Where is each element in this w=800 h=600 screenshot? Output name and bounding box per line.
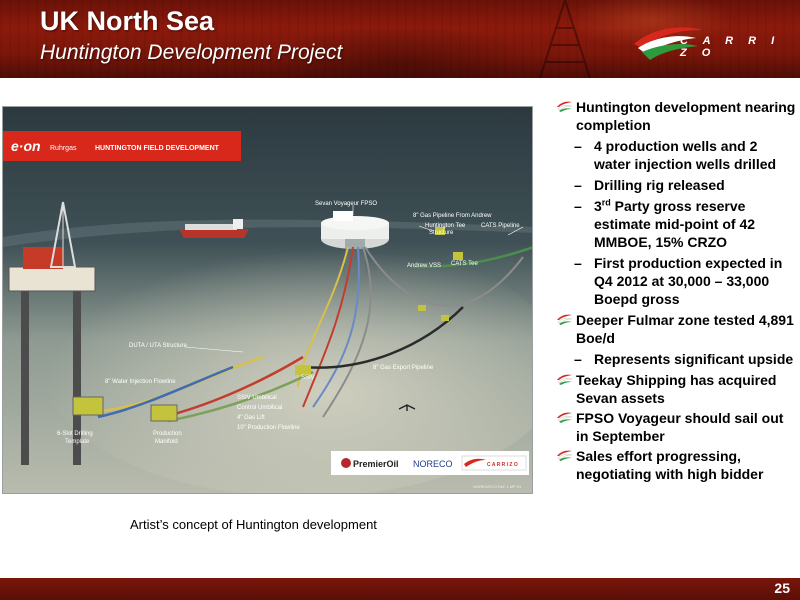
sub-bullet-item: – Drilling rig released: [556, 176, 796, 194]
label-drilling-template: 6-Slot Drilling: [57, 431, 93, 437]
logo-wordmark: C A R R I Z O: [680, 35, 781, 59]
label-production-manifold-2: Manifold: [155, 439, 178, 445]
bullet-item: Teekay Shipping has acquired Sevan asset…: [556, 371, 796, 407]
label-fpso: Sevan Voyageur FPSO: [315, 201, 377, 207]
sub-bullet-item: –3rd Party gross reserve estimate mid-po…: [556, 197, 796, 251]
label-gas-lift: 4" Gas Lift: [237, 415, 265, 421]
sub-bullet-text: Party gross reserve estimate mid-point o…: [594, 198, 756, 250]
bullet-arrow-icon: [557, 412, 573, 423]
ordinal-number: 3: [594, 198, 602, 214]
slide-footer: 25: [0, 578, 800, 600]
image-credit: NOREX/ECO Ref: 1 MP 01: [473, 484, 522, 489]
bullet-text: FPSO Voyageur should sail out in Septemb…: [576, 410, 784, 444]
label-cats-tee: CATS Tee: [451, 261, 478, 267]
eon-sub: Ruhrgas: [50, 145, 77, 152]
sub-bullet-item: – Represents significant upside: [556, 350, 796, 368]
bullet-text: Deeper Fulmar zone tested 4,891 Boe/d: [576, 312, 794, 346]
bullet-item: Huntington development nearing completio…: [556, 98, 796, 134]
dash-bullet-icon: –: [574, 177, 582, 193]
label-gas-export: 8" Gas Export Pipeline: [373, 365, 434, 371]
label-production-flowline: 10" Production Flowline: [237, 425, 300, 431]
bullet-arrow-icon: [557, 374, 573, 385]
bullet-item: FPSO Voyageur should sail out in Septemb…: [556, 409, 796, 445]
label-water-injection: 8" Water Injection Flowline: [105, 379, 176, 385]
sub-bullet-item: –4 production wells and 2 water injectio…: [556, 137, 796, 173]
image-caption: Artist’s concept of Huntington developme…: [130, 517, 377, 532]
bullet-text: Teekay Shipping has acquired Sevan asset…: [576, 372, 777, 406]
dash-bullet-icon: –: [574, 351, 582, 367]
slide-header: UK North Sea Huntington Development Proj…: [0, 0, 800, 78]
label-andrew-vss: Andrew VSS: [407, 263, 441, 269]
label-duta: DUTA / UTA Structure: [129, 343, 187, 349]
bullet-text: Sales effort progressing, negotiating wi…: [576, 448, 764, 482]
ordinal-suffix: rd: [601, 197, 611, 208]
banner-title: HUNTINGTON FIELD DEVELOPMENT: [95, 145, 220, 152]
bullet-list: Huntington development nearing completio…: [556, 98, 796, 485]
oil-rig-watermark-icon: [539, 0, 591, 78]
bullet-arrow-icon: [557, 314, 573, 325]
label-control-umbilical: Control Umbilical: [237, 405, 282, 411]
page-title: UK North Sea: [40, 6, 215, 36]
label-ssiv: SSIV: [301, 375, 315, 381]
field-development-illustration: e·on Ruhrgas HUNTINGTON FIELD DEVELOPMEN…: [2, 106, 533, 494]
sub-bullet-item: – First production expected in Q4 2012 at…: [556, 254, 796, 308]
bullet-arrow-icon: [557, 101, 573, 112]
page-subtitle: Huntington Development Project: [40, 41, 343, 64]
sub-bullet-text: Drilling rig released: [594, 177, 725, 193]
premier-logo-icon: [341, 458, 351, 468]
partner-carrizo: C A R R I Z O: [487, 462, 518, 468]
sub-bullet-text: First production expected in Q4 2012 at …: [594, 255, 783, 307]
bullet-arrow-icon: [557, 450, 573, 461]
dash-bullet-icon: –: [574, 198, 582, 214]
label-ssiv-umbilical: SSIV Umbilical: [237, 395, 277, 401]
sub-bullet-text: 4 production wells and 2 water injection…: [594, 138, 777, 172]
dash-bullet-icon: –: [574, 255, 582, 271]
partner-noreco: NORECO: [413, 459, 453, 469]
label-cats-pipeline: CATS Pipeline: [481, 223, 520, 229]
dash-bullet-icon: –: [574, 138, 582, 154]
page-number: 25: [774, 580, 790, 596]
label-tee-structure: Huntington Tee: [425, 223, 466, 229]
bullet-item: Sales effort progressing, negotiating wi…: [556, 447, 796, 483]
partner-premier: PremierOil: [353, 459, 399, 469]
label-gas-pipeline-andrew: 8" Gas Pipeline From Andrew: [413, 213, 492, 219]
bullet-item: Deeper Fulmar zone tested 4,891 Boe/d: [556, 311, 796, 347]
label-production-manifold: Production: [153, 431, 182, 437]
bullet-text: Huntington development nearing completio…: [576, 99, 796, 133]
sub-bullet-text: Represents significant upside: [594, 351, 794, 367]
eon-brand: e·on: [11, 138, 41, 154]
label-drilling-template-2: Template: [65, 439, 90, 445]
label-tee-structure-2: Structure: [429, 230, 454, 236]
